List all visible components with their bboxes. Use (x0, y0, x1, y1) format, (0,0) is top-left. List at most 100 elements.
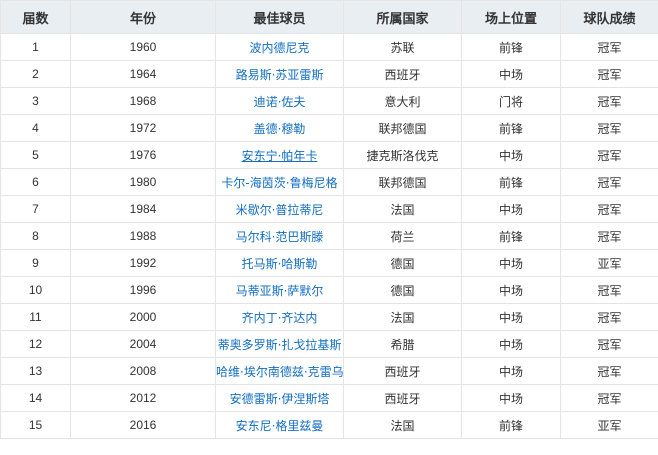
cell-player: 马蒂亚斯·萨默尔 (215, 276, 344, 304)
player-link[interactable]: 米歇尔·普拉蒂尼 (236, 203, 324, 217)
cell-year: 2004 (70, 330, 216, 358)
table-row: 4 1972 盖德·穆勒 联邦德国 前锋 冠军 (0, 114, 658, 142)
table-row: 7 1984 米歇尔·普拉蒂尼 法国 中场 冠军 (0, 195, 658, 223)
cell-result: 冠军 (560, 330, 658, 358)
cell-country: 德国 (343, 249, 462, 277)
cell-player: 米歇尔·普拉蒂尼 (215, 195, 344, 223)
cell-result: 冠军 (560, 195, 658, 223)
player-link[interactable]: 安东尼·格里兹曼 (236, 419, 324, 433)
cell-edition: 12 (0, 330, 71, 358)
cell-result: 冠军 (560, 60, 658, 88)
cell-player: 安德雷斯·伊涅斯塔 (215, 384, 344, 412)
table-row: 11 2000 齐内丁·齐达内 法国 中场 冠军 (0, 303, 658, 331)
cell-result: 冠军 (560, 303, 658, 331)
cell-result: 冠军 (560, 222, 658, 250)
cell-player: 路易斯·苏亚雷斯 (215, 60, 344, 88)
cell-year: 2016 (70, 411, 216, 439)
header-best-player: 最佳球员 (215, 0, 344, 34)
cell-result: 冠军 (560, 87, 658, 115)
cell-result: 冠军 (560, 114, 658, 142)
cell-position: 中场 (461, 276, 561, 304)
header-country: 所属国家 (343, 0, 462, 34)
cell-player: 安东尼·格里兹曼 (215, 411, 344, 439)
cell-result: 冠军 (560, 33, 658, 61)
cell-country: 联邦德国 (343, 168, 462, 196)
cell-year: 1992 (70, 249, 216, 277)
player-link[interactable]: 路易斯·苏亚雷斯 (236, 68, 324, 82)
cell-edition: 14 (0, 384, 71, 412)
cell-country: 西班牙 (343, 60, 462, 88)
header-team-result: 球队成绩 (560, 0, 658, 34)
header-year: 年份 (70, 0, 216, 34)
cell-year: 1972 (70, 114, 216, 142)
cell-edition: 9 (0, 249, 71, 277)
cell-country: 西班牙 (343, 384, 462, 412)
table-row: 2 1964 路易斯·苏亚雷斯 西班牙 中场 冠军 (0, 60, 658, 88)
cell-player: 波内德尼克 (215, 33, 344, 61)
cell-edition: 7 (0, 195, 71, 223)
cell-country: 意大利 (343, 87, 462, 115)
cell-edition: 11 (0, 303, 71, 331)
player-link[interactable]: 哈维·埃尔南德兹·克雷乌斯 (217, 365, 343, 379)
cell-result: 冠军 (560, 168, 658, 196)
cell-player: 盖德·穆勒 (215, 114, 344, 142)
cell-edition: 15 (0, 411, 71, 439)
cell-player: 卡尔-海茵茨·鲁梅尼格 (215, 168, 344, 196)
cell-player: 托马斯·哈斯勒 (215, 249, 344, 277)
cell-edition: 8 (0, 222, 71, 250)
cell-year: 1980 (70, 168, 216, 196)
player-link[interactable]: 安德雷斯·伊涅斯塔 (230, 392, 330, 406)
cell-result: 冠军 (560, 384, 658, 412)
player-link[interactable]: 马尔科·范巴斯滕 (236, 230, 324, 244)
cell-country: 捷克斯洛伐克 (343, 141, 462, 169)
table-header-row: 届数 年份 最佳球员 所属国家 场上位置 球队成绩 (0, 0, 658, 34)
cell-position: 中场 (461, 384, 561, 412)
cell-position: 中场 (461, 303, 561, 331)
cell-country: 法国 (343, 303, 462, 331)
cell-year: 1996 (70, 276, 216, 304)
player-link[interactable]: 托马斯·哈斯勒 (242, 257, 318, 271)
cell-player: 迪诺·佐夫 (215, 87, 344, 115)
cell-country: 希腊 (343, 330, 462, 358)
cell-edition: 10 (0, 276, 71, 304)
header-position: 场上位置 (461, 0, 561, 34)
table-row: 14 2012 安德雷斯·伊涅斯塔 西班牙 中场 冠军 (0, 384, 658, 412)
cell-player: 哈维·埃尔南德兹·克雷乌斯 (215, 357, 344, 385)
table-row: 3 1968 迪诺·佐夫 意大利 门将 冠军 (0, 87, 658, 115)
cell-result: 亚军 (560, 411, 658, 439)
cell-country: 荷兰 (343, 222, 462, 250)
table-row: 10 1996 马蒂亚斯·萨默尔 德国 中场 冠军 (0, 276, 658, 304)
cell-position: 中场 (461, 330, 561, 358)
player-link[interactable]: 马蒂亚斯·萨默尔 (236, 284, 324, 298)
cell-edition: 5 (0, 141, 71, 169)
table-row: 13 2008 哈维·埃尔南德兹·克雷乌斯 西班牙 中场 冠军 (0, 357, 658, 385)
table-row: 8 1988 马尔科·范巴斯滕 荷兰 前锋 冠军 (0, 222, 658, 250)
cell-result: 冠军 (560, 357, 658, 385)
cell-country: 法国 (343, 411, 462, 439)
cell-year: 1988 (70, 222, 216, 250)
cell-position: 前锋 (461, 33, 561, 61)
table-row: 6 1980 卡尔-海茵茨·鲁梅尼格 联邦德国 前锋 冠军 (0, 168, 658, 196)
cell-player: 蒂奥多罗斯·扎戈拉基斯 (215, 330, 344, 358)
cell-player: 齐内丁·齐达内 (215, 303, 344, 331)
cell-year: 1968 (70, 87, 216, 115)
cell-position: 中场 (461, 249, 561, 277)
cell-edition: 2 (0, 60, 71, 88)
header-edition: 届数 (0, 0, 71, 34)
cell-edition: 6 (0, 168, 71, 196)
player-link[interactable]: 盖德·穆勒 (254, 122, 306, 136)
player-link[interactable]: 安东宁·帕年卡 (242, 149, 318, 163)
cell-position: 中场 (461, 357, 561, 385)
player-link[interactable]: 卡尔-海茵茨·鲁梅尼格 (221, 176, 337, 190)
cell-position: 前锋 (461, 114, 561, 142)
table-row: 1 1960 波内德尼克 苏联 前锋 冠军 (0, 33, 658, 61)
cell-year: 1964 (70, 60, 216, 88)
cell-position: 前锋 (461, 168, 561, 196)
player-link[interactable]: 波内德尼克 (249, 41, 309, 55)
cell-position: 门将 (461, 87, 561, 115)
player-link[interactable]: 齐内丁·齐达内 (242, 311, 318, 325)
player-link[interactable]: 蒂奥多罗斯·扎戈拉基斯 (218, 338, 342, 352)
player-link[interactable]: 迪诺·佐夫 (254, 95, 306, 109)
cell-country: 德国 (343, 276, 462, 304)
table-body: 1 1960 波内德尼克 苏联 前锋 冠军 2 1964 路易斯·苏亚雷斯 西班牙 中场 冠军 3 196… (0, 33, 658, 439)
